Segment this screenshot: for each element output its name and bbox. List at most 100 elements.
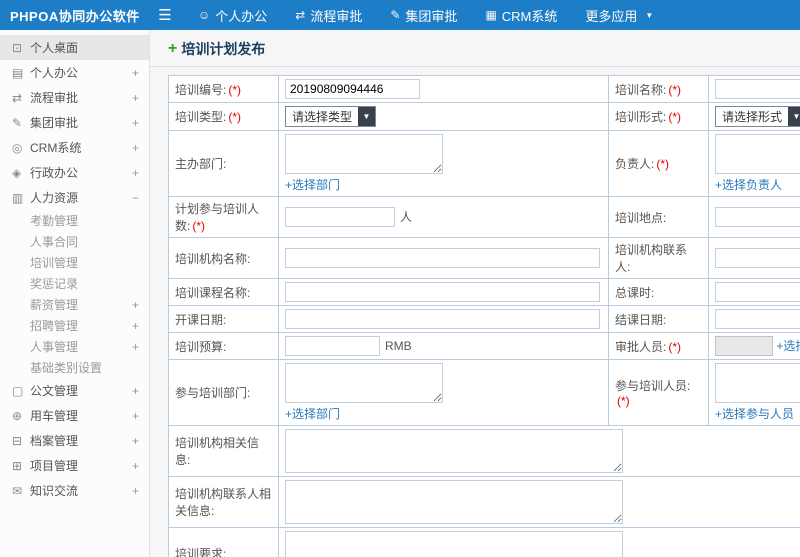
select-approver-link[interactable]: +选择审	[776, 339, 800, 353]
knowledge-icon: ✉	[12, 483, 23, 498]
sidebar-subitem-training-mgmt[interactable]: 培训管理	[0, 252, 149, 273]
form-wrapper: 培训编号:(*) 培训名称:(*)	[150, 75, 800, 557]
training-type-select[interactable]: 请选择类型 ▼	[285, 106, 377, 127]
expand-icon[interactable]: +	[127, 66, 139, 80]
budget-input[interactable]	[285, 336, 380, 356]
field-label: 计划参与培训人数:	[175, 202, 260, 233]
sidebar-item-label: 用车管理	[30, 409, 79, 423]
form-row: 培训编号:(*) 培训名称:(*)	[168, 75, 800, 103]
menu-toggle-icon[interactable]: ☰	[150, 6, 180, 24]
sidebar-item-label: 人力资源	[30, 191, 79, 205]
organizer-dept-textarea[interactable]	[285, 134, 443, 174]
expand-icon[interactable]: +	[127, 166, 139, 180]
archive-icon: ⊟	[12, 433, 23, 448]
expand-icon[interactable]: +	[127, 434, 139, 448]
sidebar-item-project-mgmt[interactable]: ⊞ 项目管理 +	[0, 453, 149, 478]
sidebar-item-knowledge-exchange[interactable]: ✉ 知识交流 +	[0, 478, 149, 503]
sidebar-item-label: 知识交流	[30, 484, 79, 498]
nav-personal-office[interactable]: ☺ 个人办公	[184, 0, 281, 30]
unit-suffix: 人	[400, 210, 413, 224]
flow-icon: ⇄	[295, 8, 306, 22]
layout: ⊡ 个人桌面 ▤ 个人办公 + ⇄ 流程审批 + ✎ 集团审批 + ◎ CRM系…	[0, 30, 800, 557]
approver-input[interactable]	[715, 336, 773, 356]
nav-crm-system[interactable]: ▦ CRM系统	[471, 0, 571, 30]
collapse-icon[interactable]: −	[127, 191, 139, 205]
nav-group-approval[interactable]: ✎ 集团审批	[376, 0, 471, 30]
field-label-cell: 开课日期:	[168, 305, 279, 333]
training-name-input[interactable]	[715, 79, 800, 99]
expand-icon[interactable]: +	[127, 91, 139, 105]
sidebar-item-label: CRM系统	[30, 141, 82, 155]
sidebar-item-group-approval[interactable]: ✎ 集团审批 +	[0, 110, 149, 135]
end-date-input[interactable]	[715, 309, 800, 329]
sidebar-item-human-resources[interactable]: ▥ 人力资源 −	[0, 185, 149, 210]
field-cell	[278, 278, 609, 306]
sidebar-item-vehicle-mgmt[interactable]: ⊕ 用车管理 +	[0, 403, 149, 428]
field-label-cell: 培训名称: (*)	[608, 75, 709, 103]
field-label: 培训地点:	[615, 210, 667, 225]
participant-count-input[interactable]	[285, 207, 395, 227]
org-name-input[interactable]	[285, 248, 600, 268]
sidebar-item-document-mgmt[interactable]: ▢ 公文管理 +	[0, 378, 149, 403]
nav-process-approval[interactable]: ⇄ 流程审批	[281, 0, 376, 30]
location-input[interactable]	[715, 207, 800, 227]
currency-suffix: RMB	[385, 339, 412, 353]
expand-icon[interactable]: +	[127, 340, 139, 354]
required-mark: (*)	[192, 219, 206, 233]
sidebar-subitem-base-category[interactable]: 基础类别设置	[0, 357, 149, 378]
field-cell	[278, 425, 800, 477]
sidebar-item-crm-system[interactable]: ◎ CRM系统 +	[0, 135, 149, 160]
sidebar-item-archive-mgmt[interactable]: ⊟ 档案管理 +	[0, 428, 149, 453]
form-row: 培训机构相关信息:	[168, 425, 800, 477]
sidebar-subitem-salary-mgmt[interactable]: 薪资管理 +	[0, 294, 149, 315]
total-hours-input[interactable]	[715, 282, 800, 302]
field-label-cell: 审批人员: (*)	[608, 332, 709, 360]
training-id-input[interactable]	[285, 79, 420, 99]
leader-textarea[interactable]	[715, 134, 800, 174]
field-cell: 请选择类型 ▼	[278, 102, 609, 131]
expand-icon[interactable]: +	[127, 384, 139, 398]
select-leader-link[interactable]: +选择负责人	[715, 176, 782, 193]
org-contact-input[interactable]	[715, 248, 800, 268]
sidebar-subitem-hr-contract[interactable]: 人事合同	[0, 231, 149, 252]
crm-icon: ◎	[12, 140, 23, 155]
topbar: PHPOA协同办公软件 ☰ ☺ 个人办公 ⇄ 流程审批 ✎ 集团审批 ▦ CRM…	[0, 0, 800, 30]
sidebar-subitem-recruit-mgmt[interactable]: 招聘管理 +	[0, 315, 149, 336]
field-label-cell: 培训类型: (*)	[168, 102, 279, 131]
expand-icon[interactable]: +	[127, 459, 139, 473]
participate-dept-textarea[interactable]	[285, 363, 443, 403]
participants-textarea[interactable]	[715, 363, 800, 403]
org-info-textarea[interactable]	[285, 429, 623, 473]
sidebar-item-admin-office[interactable]: ◈ 行政办公 +	[0, 160, 149, 185]
course-name-input[interactable]	[285, 282, 600, 302]
field-cell	[278, 527, 800, 557]
sidebar-item-personal-office[interactable]: ▤ 个人办公 +	[0, 60, 149, 85]
requirements-textarea[interactable]	[285, 531, 623, 557]
expand-icon[interactable]: +	[127, 319, 139, 333]
select-dept-link[interactable]: +选择部门	[285, 176, 340, 193]
expand-icon[interactable]: +	[127, 116, 139, 130]
select-dept-link[interactable]: +选择部门	[285, 405, 340, 422]
field-cell: +选择部门	[278, 359, 609, 426]
select-participants-link[interactable]: +选择参与人员	[715, 405, 794, 422]
field-label-cell: 培训机构联系人相关信息:	[168, 476, 279, 528]
field-label: 培训机构相关信息:	[175, 436, 260, 467]
sidebar-subitem-personnel-mgmt[interactable]: 人事管理 +	[0, 336, 149, 357]
field-label-cell: 计划参与培训人数: (*)	[168, 196, 279, 238]
expand-icon[interactable]: +	[127, 409, 139, 423]
sidebar-item-personal-desktop[interactable]: ⊡ 个人桌面	[0, 35, 149, 60]
sidebar-subitem-reward-records[interactable]: 奖惩记录	[0, 273, 149, 294]
training-plan-form: 培训编号:(*) 培训名称:(*)	[168, 75, 800, 557]
sidebar-subitem-attendance[interactable]: 考勤管理	[0, 210, 149, 231]
field-label: 主办部门:	[175, 157, 227, 171]
org-contact-info-textarea[interactable]	[285, 480, 623, 524]
sidebar-item-process-approval[interactable]: ⇄ 流程审批 +	[0, 85, 149, 110]
expand-icon[interactable]: +	[127, 484, 139, 498]
start-date-input[interactable]	[285, 309, 600, 329]
field-label-cell: 培训课程名称:	[168, 278, 279, 306]
training-form-select[interactable]: 请选择形式 ▼	[715, 106, 800, 127]
nav-more-apps[interactable]: 更多应用 ▼	[571, 0, 667, 30]
field-cell: 请选择形式 ▼	[708, 102, 800, 131]
expand-icon[interactable]: +	[127, 141, 139, 155]
expand-icon[interactable]: +	[127, 298, 139, 312]
